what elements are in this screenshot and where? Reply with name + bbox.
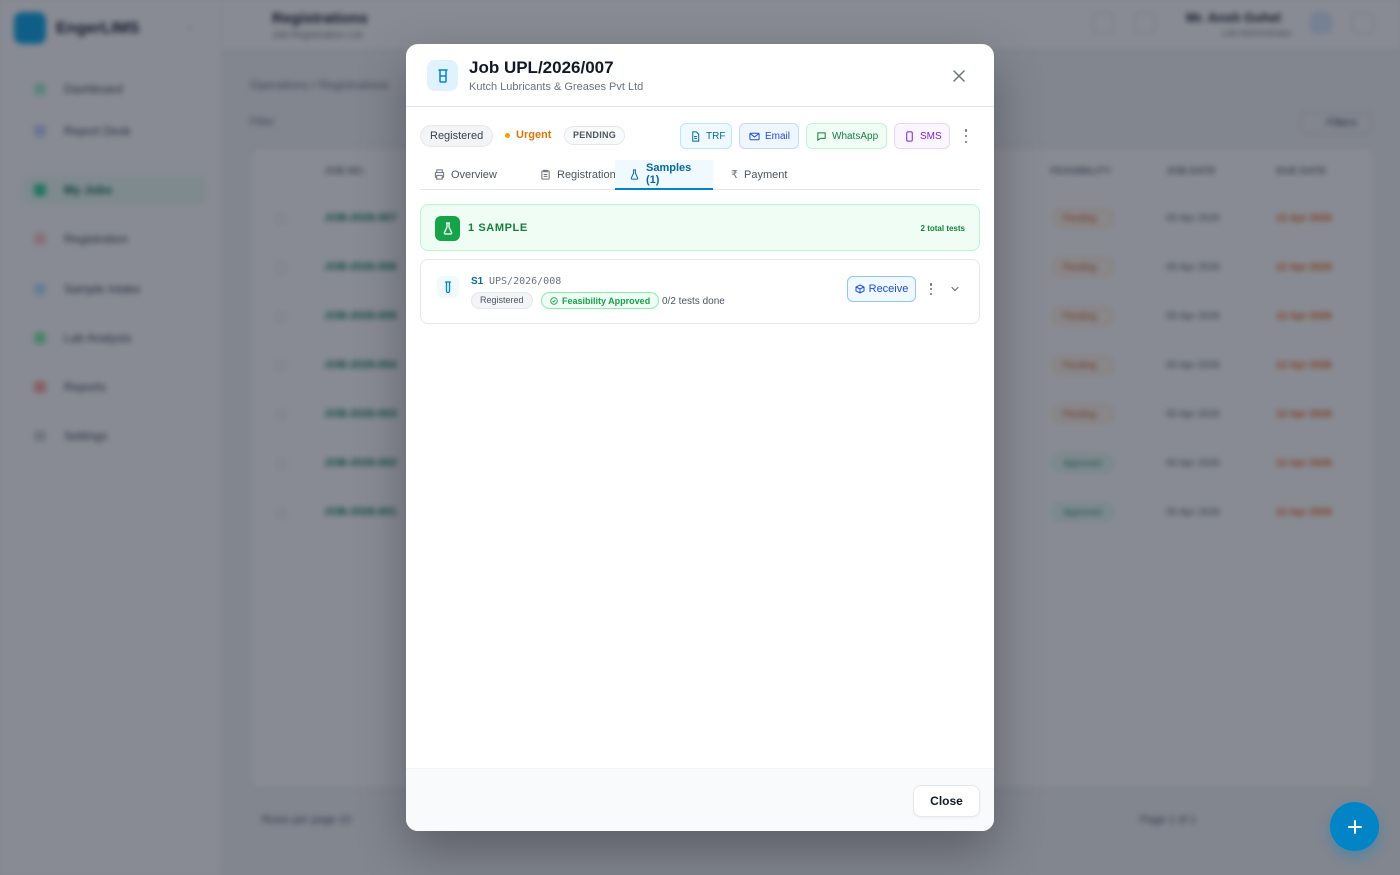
sample-card[interactable]: S1 UPS/2026/008 Registered Feasibility A… bbox=[420, 259, 980, 324]
receive-button[interactable]: Receive bbox=[847, 276, 916, 302]
tab-samples[interactable]: Samples (1) bbox=[615, 160, 713, 190]
whatsapp-label: WhatsApp bbox=[832, 130, 879, 142]
trf-label: TRF bbox=[706, 130, 726, 142]
status-badge: Registered bbox=[420, 125, 494, 147]
flask-icon bbox=[435, 216, 460, 241]
clipboard-icon bbox=[540, 169, 551, 180]
tab-label: Overview bbox=[451, 168, 497, 181]
tab-label: Samples (1) bbox=[646, 162, 692, 186]
modal-footer: Close bbox=[406, 768, 994, 831]
phone-icon bbox=[904, 130, 915, 142]
flask-icon bbox=[629, 168, 640, 180]
sample-number: S1 bbox=[471, 276, 484, 287]
close-icon[interactable] bbox=[948, 65, 970, 87]
tab-overview[interactable]: Overview bbox=[420, 160, 511, 189]
mail-icon bbox=[749, 131, 760, 142]
sms-button[interactable]: SMS bbox=[894, 123, 950, 149]
tests-progress: 0/2 tests done bbox=[662, 296, 725, 307]
dot-icon bbox=[505, 132, 510, 138]
sample-code: UPS/2026/008 bbox=[489, 276, 562, 287]
samples-summary: 1 SAMPLE 2 total tests bbox=[420, 204, 980, 251]
test-tube-icon bbox=[437, 276, 459, 298]
sample-more-icon[interactable] bbox=[924, 281, 938, 297]
email-label: Email bbox=[765, 130, 791, 142]
modal-header: Job UPL/2026/007 Kutch Lubricants & Grea… bbox=[406, 44, 994, 107]
package-icon bbox=[855, 284, 865, 294]
receive-label: Receive bbox=[868, 283, 909, 295]
sample-status-badge: Registered bbox=[471, 292, 533, 309]
sms-label: SMS bbox=[920, 130, 942, 142]
plus-icon bbox=[1347, 819, 1363, 835]
whatsapp-button[interactable]: WhatsApp bbox=[806, 123, 887, 149]
chevron-down-icon[interactable] bbox=[947, 281, 963, 297]
tab-label: Registration bbox=[557, 168, 616, 181]
sample-count: 1 SAMPLE bbox=[468, 222, 528, 234]
check-circle-icon bbox=[550, 296, 558, 305]
document-icon bbox=[690, 130, 701, 142]
total-tests: 2 total tests bbox=[920, 224, 965, 233]
more-actions-icon[interactable] bbox=[958, 128, 974, 144]
priority-label: Urgent bbox=[516, 129, 552, 141]
tab-label: Payment bbox=[744, 168, 788, 181]
chat-icon bbox=[816, 131, 827, 142]
priority-badge: Urgent bbox=[505, 129, 551, 141]
modal-title: Job UPL/2026/007 bbox=[469, 58, 614, 77]
rupee-icon: ₹ bbox=[731, 169, 738, 181]
trf-button[interactable]: TRF bbox=[680, 123, 732, 149]
beaker-icon bbox=[427, 60, 458, 91]
tab-payment[interactable]: ₹ Payment bbox=[717, 160, 801, 189]
status-actions-row: Registered Urgent PENDING TRF Email What… bbox=[420, 123, 980, 149]
feasibility-label: Feasibility Approved bbox=[562, 295, 651, 306]
job-details-modal: Job UPL/2026/007 Kutch Lubricants & Grea… bbox=[406, 44, 994, 831]
close-button[interactable]: Close bbox=[913, 785, 980, 817]
modal-tabs: Overview Registration Samples (1) ₹ Paym… bbox=[420, 160, 980, 190]
add-fab-button[interactable] bbox=[1330, 802, 1379, 851]
client-name: Kutch Lubricants & Greases Pvt Ltd bbox=[469, 81, 644, 93]
stage-badge: PENDING bbox=[564, 126, 626, 145]
feasibility-badge: Feasibility Approved bbox=[541, 292, 660, 309]
printer-icon bbox=[434, 169, 445, 180]
email-button[interactable]: Email bbox=[739, 123, 799, 149]
